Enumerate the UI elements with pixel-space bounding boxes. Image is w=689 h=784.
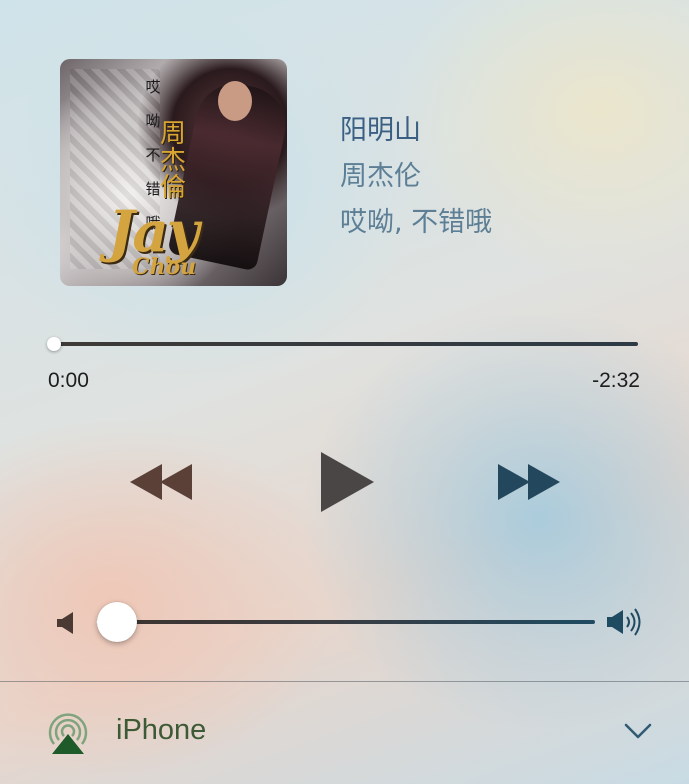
fast-forward-button[interactable]: [496, 462, 562, 502]
play-button[interactable]: [318, 450, 376, 514]
chevron-down-icon[interactable]: [624, 722, 652, 740]
progress-scrubber[interactable]: [47, 337, 61, 351]
artwork-figure-head: [218, 81, 252, 121]
play-icon: [321, 452, 374, 512]
volume-slider[interactable]: [117, 620, 595, 624]
track-artist: 周杰伦: [340, 161, 421, 192]
speaker-high-icon: [607, 608, 641, 636]
airplay-icon[interactable]: [44, 710, 92, 756]
progress-bar[interactable]: [54, 342, 638, 346]
track-title: 阳明山: [340, 115, 421, 146]
album-artwork: 哎呦不错哦 周杰倫 Jay Chou: [60, 59, 287, 286]
artwork-title-text: 周杰倫: [159, 119, 186, 203]
volume-knob[interactable]: [97, 602, 137, 642]
track-album: 哎呦, 不错哦: [340, 207, 493, 238]
rewind-button[interactable]: [128, 462, 194, 502]
rewind-icon: [130, 464, 192, 500]
divider: [0, 681, 689, 682]
artwork-logo-secondary: Chou: [132, 254, 197, 280]
speaker-low-icon: [57, 612, 73, 634]
remaining-time: -2:32: [592, 369, 640, 392]
elapsed-time: 0:00: [48, 369, 89, 392]
airplay-device-name[interactable]: iPhone: [116, 714, 206, 747]
fast-forward-icon: [498, 464, 560, 500]
now-playing-panel: 哎呦不错哦 周杰倫 Jay Chou 阳明山 周杰伦 哎呦, 不错哦 0:00 …: [0, 0, 689, 784]
